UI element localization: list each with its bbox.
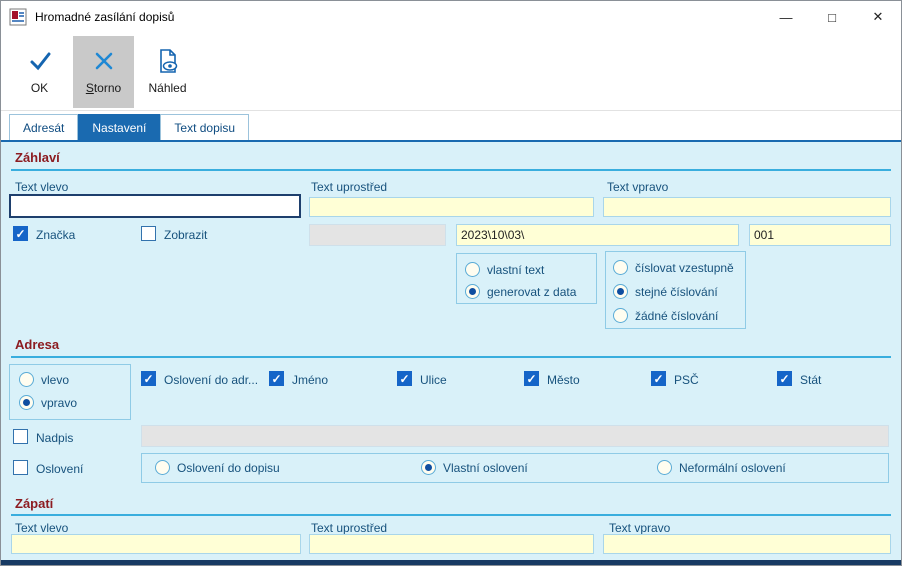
minimize-icon[interactable]: —	[763, 1, 809, 33]
maximize-icon[interactable]: □	[809, 1, 855, 33]
osloveni-do-dopisu-label: Oslovení do dopisu	[177, 461, 280, 475]
zahlavi-text-vpravo-input[interactable]	[603, 197, 891, 217]
zahlavi-text-vpravo-label: Text vpravo	[607, 180, 669, 194]
vpravo-label: vpravo	[41, 396, 78, 410]
zahlavi-text-vlevo-input[interactable]	[9, 194, 301, 218]
vpravo-radio[interactable]	[19, 395, 34, 410]
zapati-divider	[11, 514, 891, 516]
section-title-adresa: Adresa	[15, 337, 60, 352]
nadpis-checkbox[interactable]	[13, 429, 28, 444]
zahlavi-divider	[11, 169, 891, 171]
vlevo-radio[interactable]	[19, 372, 34, 387]
znacka-number-input[interactable]	[749, 224, 891, 246]
section-title-zahlavi: Záhlaví	[15, 150, 60, 165]
psc-checkbox[interactable]: ✓	[651, 371, 666, 386]
zapati-text-uprostred-input[interactable]	[309, 534, 594, 554]
storno-button-label: Storno	[85, 81, 122, 95]
jmeno-label: Jméno	[292, 373, 329, 387]
psc-label: PSČ	[674, 373, 699, 387]
zapati-text-vlevo-label: Text vlevo	[15, 521, 69, 535]
vlastni-osloveni-radio[interactable]	[421, 460, 436, 475]
zadne-cislovani-radio[interactable]	[613, 308, 628, 323]
window-bottom-edge	[1, 560, 901, 565]
toolbar: OK Storno Náhled	[1, 33, 901, 111]
nahled-button-label: Náhled	[148, 81, 187, 95]
znacka-custom-text-input	[309, 224, 446, 246]
zadne-cislovani-label: žádné číslování	[635, 309, 719, 323]
window-controls: — □ ✕	[763, 1, 901, 33]
osloveni-label: Oslovení	[36, 462, 84, 476]
stejne-cislovani-radio[interactable]	[613, 284, 628, 299]
osloveni-do-dopisu-radio[interactable]	[155, 460, 170, 475]
osloveni-checkbox[interactable]	[13, 460, 28, 475]
ok-button-label: OK	[30, 81, 49, 95]
close-icon[interactable]: ✕	[855, 1, 901, 33]
vlevo-label: vlevo	[41, 373, 70, 387]
osloveni-do-adresy-checkbox[interactable]: ✓	[141, 371, 156, 386]
window-title: Hromadné zasílání dopisů	[35, 10, 175, 24]
generovat-z-data-radio[interactable]	[465, 284, 480, 299]
zobrazit-checkbox[interactable]	[141, 226, 156, 241]
zahlavi-text-vlevo-label: Text vlevo	[15, 180, 69, 194]
ok-check-icon	[27, 48, 53, 74]
app-icon	[9, 8, 27, 26]
cislovat-vzestupne-label: číslovat vzestupně	[635, 261, 734, 275]
zapati-text-vpravo-label: Text vpravo	[609, 521, 671, 535]
zobrazit-label: Zobrazit	[164, 228, 208, 242]
zapati-text-vlevo-input[interactable]	[11, 534, 301, 554]
znacka-checkbox[interactable]: ✓	[13, 226, 28, 241]
osloveni-do-adresy-label: Oslovení do adr...	[164, 373, 259, 387]
vlastni-text-radio[interactable]	[465, 262, 480, 277]
znacka-date-input[interactable]	[456, 224, 739, 246]
vlastni-text-label: vlastní text	[487, 263, 545, 277]
tab-text-dopisu[interactable]: Text dopisu	[160, 114, 250, 140]
check-icon: ✓	[653, 371, 664, 386]
titlebar: Hromadné zasílání dopisů — □ ✕	[1, 1, 901, 33]
ulice-label: Ulice	[420, 373, 447, 387]
nadpis-label: Nadpis	[36, 431, 74, 445]
nadpis-input	[141, 425, 889, 447]
storno-x-icon	[91, 48, 117, 74]
mesto-label: Město	[547, 373, 580, 387]
stejne-cislovani-label: stejné číslování	[635, 285, 718, 299]
zapati-text-uprostred-label: Text uprostřed	[311, 521, 388, 535]
tab-adresat[interactable]: Adresát	[9, 114, 79, 140]
neformalni-osloveni-label: Neformální oslovení	[679, 461, 786, 475]
neformalni-osloveni-radio[interactable]	[657, 460, 672, 475]
zahlavi-text-uprostred-label: Text uprostřed	[311, 180, 388, 194]
generovat-z-data-label: generovat z data	[487, 285, 577, 299]
zapati-text-vpravo-input[interactable]	[603, 534, 891, 554]
znacka-label: Značka	[36, 228, 76, 242]
mesto-checkbox[interactable]: ✓	[524, 371, 539, 386]
tab-page-nastaveni: Záhlaví Text vlevo Text uprostřed Text v…	[1, 142, 901, 560]
section-title-zapati: Zápatí	[15, 496, 54, 511]
adresa-divider	[11, 356, 891, 358]
stat-checkbox[interactable]: ✓	[777, 371, 792, 386]
zahlavi-text-uprostred-input[interactable]	[309, 197, 594, 217]
nahled-button[interactable]: Náhled	[137, 36, 198, 108]
check-icon: ✓	[271, 371, 282, 386]
tab-nastaveni[interactable]: Nastavení	[78, 114, 161, 140]
check-icon: ✓	[143, 371, 154, 386]
check-icon: ✓	[399, 371, 410, 386]
storno-button[interactable]: Storno	[73, 35, 134, 108]
vlastni-osloveni-label: Vlastní oslovení	[443, 461, 528, 475]
cislovat-vzestupne-radio[interactable]	[613, 260, 628, 275]
check-icon: ✓	[779, 371, 790, 386]
jmeno-checkbox[interactable]: ✓	[269, 371, 284, 386]
dialog-window: Hromadné zasílání dopisů — □ ✕ OK Storno	[0, 0, 902, 566]
check-icon: ✓	[526, 371, 537, 386]
check-icon: ✓	[15, 226, 26, 241]
ok-button[interactable]: OK	[9, 36, 70, 108]
ulice-checkbox[interactable]: ✓	[397, 371, 412, 386]
stat-label: Stát	[800, 373, 822, 387]
tabbar: Adresát Nastavení Text dopisu	[1, 111, 901, 142]
preview-document-eye-icon	[155, 48, 181, 74]
